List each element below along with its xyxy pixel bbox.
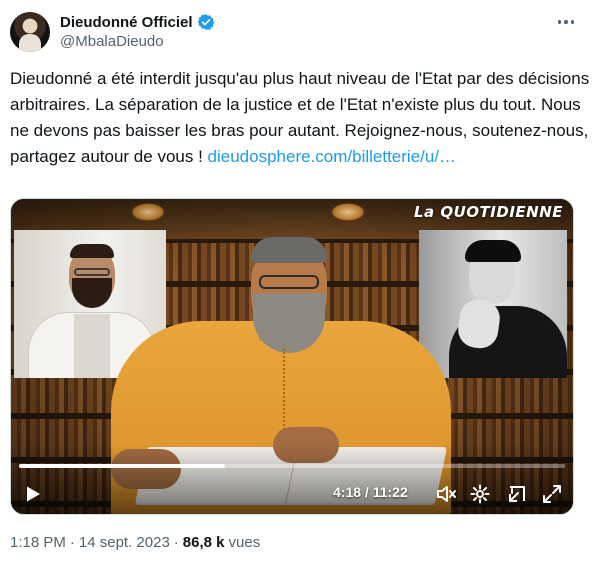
speaker-muted-icon: [437, 486, 456, 502]
tweet-meta: 1:18 PM · 14 sept. 2023 · 86,8 k vues: [10, 534, 260, 551]
fullscreen-button[interactable]: [541, 483, 563, 505]
video-time-display: 4:18 / 11:22: [333, 484, 408, 500]
video-watermark-logo: La QUOTIDIENNE: [413, 203, 563, 221]
video-progress-fill: [19, 464, 226, 468]
video-duration: 11:22: [372, 484, 408, 500]
video-progress-bar[interactable]: [19, 464, 565, 468]
video-current-time: 4:18: [333, 484, 362, 500]
views-label: vues: [228, 534, 261, 551]
avatar[interactable]: [10, 12, 50, 52]
settings-button[interactable]: [469, 483, 491, 505]
dot-icon: [564, 20, 568, 24]
picture-in-picture-button[interactable]: [506, 483, 528, 505]
play-icon: [27, 486, 40, 502]
author-handle[interactable]: @MbalaDieudo: [60, 33, 164, 50]
picture-in-picture-icon: [509, 486, 525, 502]
volume-button[interactable]: [435, 483, 457, 505]
time-separator: /: [364, 484, 373, 500]
verified-badge-icon[interactable]: [197, 13, 215, 31]
avatar-figure: [19, 34, 41, 52]
meta-separator: ·: [173, 534, 179, 551]
more-options-button[interactable]: [552, 12, 580, 32]
author-name-row: Dieudonné Officiel: [60, 12, 215, 32]
author-display-name[interactable]: Dieudonné Officiel: [60, 14, 193, 31]
fullscreen-icon: [543, 485, 561, 503]
tweet-card: Dieudonné Officiel @MbalaDieudo Dieudonn…: [0, 0, 614, 565]
views-count: 86,8 k: [182, 534, 225, 551]
tweet-link[interactable]: dieudosphere.com/billetterie/u/…: [208, 147, 457, 166]
tweet-date[interactable]: 14 sept. 2023: [79, 534, 170, 551]
video-player[interactable]: La QUOTIDIENNE 4:18 / 11:22: [10, 198, 574, 515]
meta-separator: ·: [69, 534, 75, 551]
play-button[interactable]: [23, 483, 43, 505]
tweet-text: Dieudonné a été interdit jusqu'au plus h…: [10, 66, 590, 170]
tweet-time[interactable]: 1:18 PM: [10, 534, 66, 551]
dot-icon: [557, 20, 562, 24]
dot-icon: [570, 20, 575, 24]
gear-icon: [470, 484, 490, 504]
